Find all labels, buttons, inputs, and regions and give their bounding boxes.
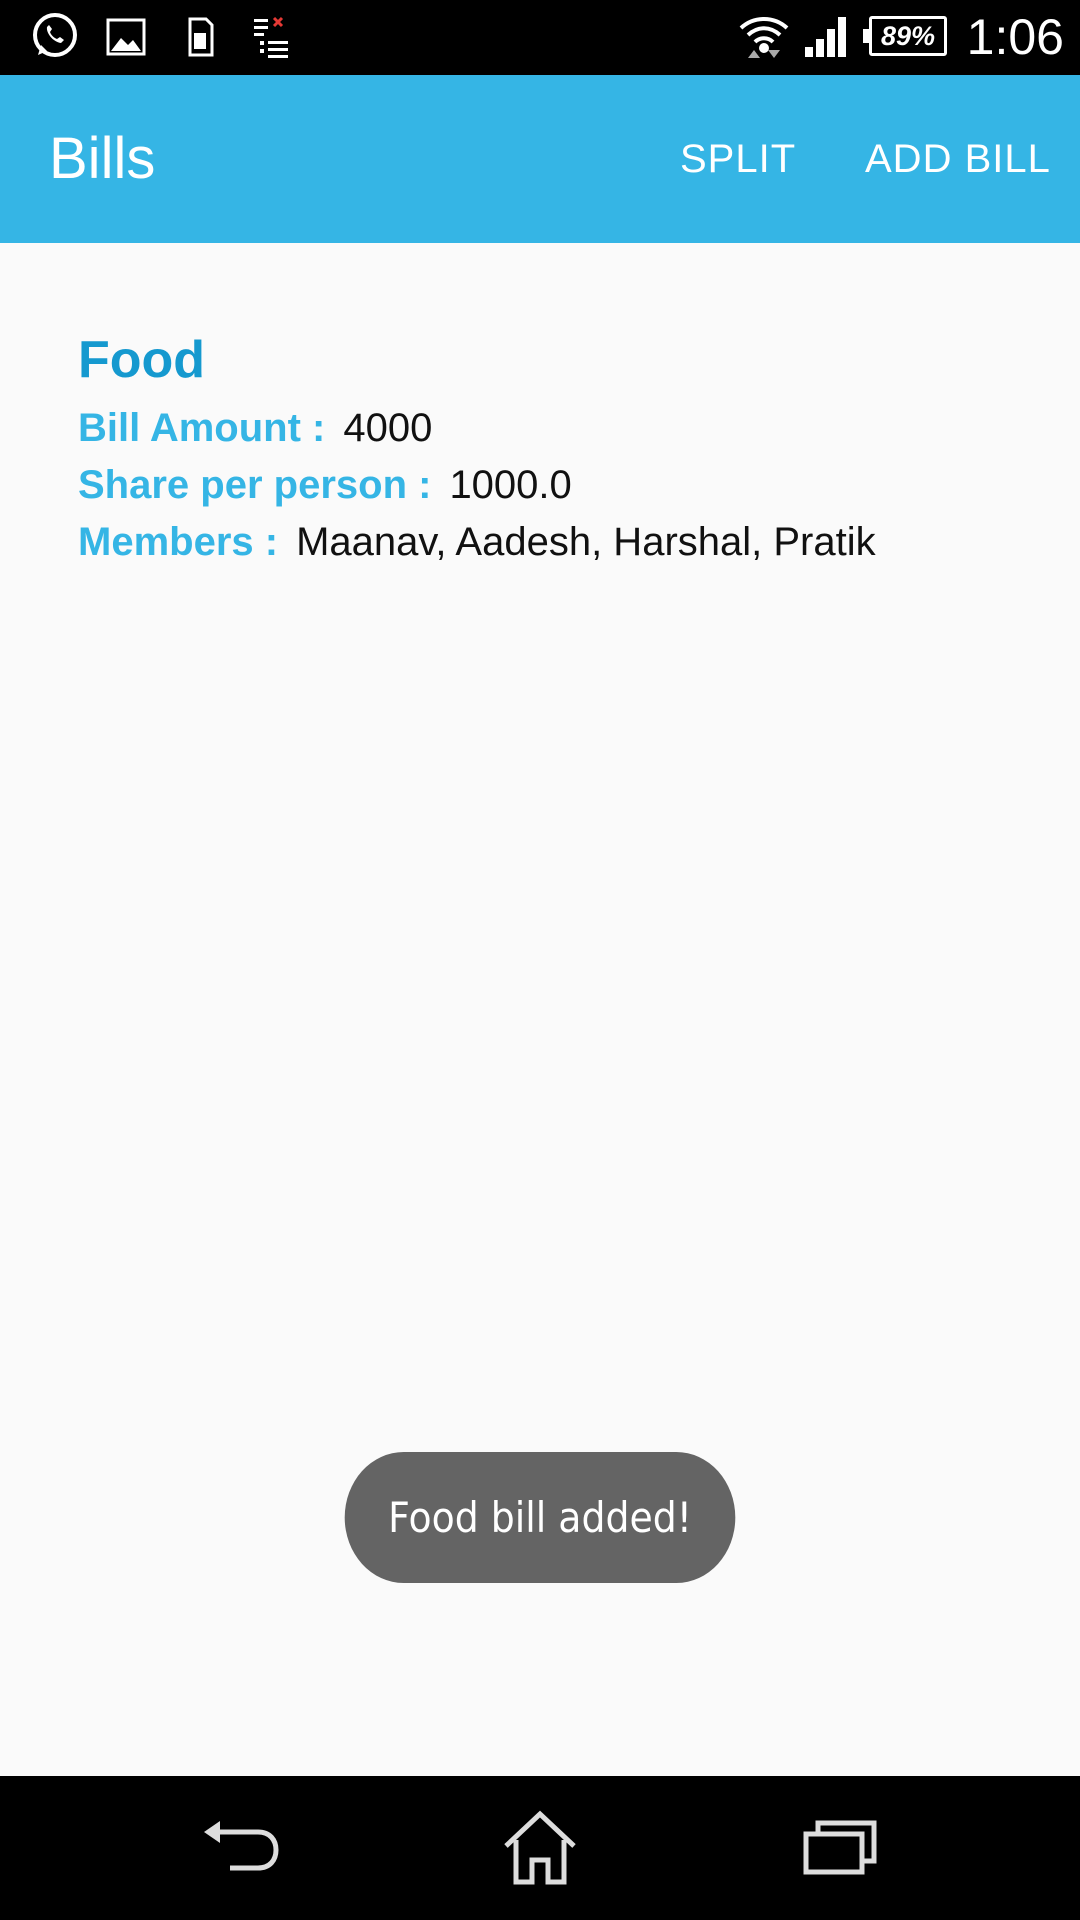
- bill-amount-label: Bill Amount :: [78, 406, 326, 450]
- members-label: Members :: [78, 520, 279, 564]
- battery-level: 89%: [880, 20, 936, 51]
- whatsapp-icon: [26, 12, 82, 62]
- bill-amount-value: 4000: [343, 406, 433, 450]
- back-icon[interactable]: [190, 1798, 290, 1898]
- app-bar: Bills SPLIT ADD BILL: [0, 75, 1080, 243]
- status-bar: 89% 1:06: [0, 0, 1080, 75]
- sd-card-icon: [180, 12, 220, 62]
- share-value: 1000.0: [449, 463, 572, 507]
- split-button[interactable]: SPLIT: [680, 75, 796, 243]
- bill-card[interactable]: Food Bill Amount : 4000 Share per person …: [78, 320, 1038, 571]
- add-bill-button[interactable]: ADD BILL: [865, 75, 1051, 243]
- signal-icon: [802, 12, 852, 62]
- toast-message: Food bill added!: [344, 1452, 736, 1583]
- share-label: Share per person :: [78, 463, 432, 507]
- bill-amount-row: Bill Amount : 4000: [78, 400, 1038, 457]
- download-error-icon: [248, 12, 294, 62]
- page-title: Bills: [49, 126, 156, 191]
- gallery-icon: [104, 12, 148, 62]
- wifi-icon: [736, 12, 792, 62]
- clock: 1:06: [966, 9, 1064, 65]
- navigation-bar: [0, 1776, 1080, 1920]
- recents-icon[interactable]: [790, 1798, 890, 1898]
- share-row: Share per person : 1000.0: [78, 457, 1038, 514]
- members-row: Members : Maanav, Aadesh, Harshal, Pratik: [78, 514, 1038, 571]
- home-icon[interactable]: [490, 1798, 590, 1898]
- battery-icon: 89%: [863, 16, 947, 56]
- bill-title: Food: [78, 331, 206, 389]
- members-value: Maanav, Aadesh, Harshal, Pratik: [296, 520, 876, 564]
